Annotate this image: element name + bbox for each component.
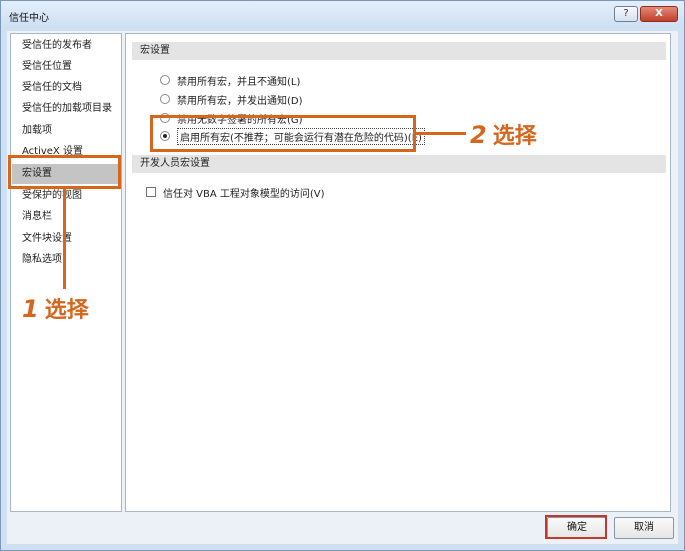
help-button[interactable]: ? (614, 6, 638, 22)
vba-trust-checkbox[interactable] (146, 187, 156, 197)
developer-macro-settings-header: 开发人员宏设置 (132, 155, 666, 173)
step1-callout: 1 选择 (22, 292, 89, 324)
radio-label: 禁用无数字签署的所有宏(G) (177, 114, 303, 126)
step2-text: 选择 (492, 124, 537, 149)
vba-trust-checkbox-row[interactable]: 信任对 VBA 工程对象模型的访问(V) (146, 184, 325, 200)
sidebar-item-message-bar[interactable]: 消息栏 (12, 207, 120, 227)
sidebar-item-macro-settings[interactable]: 宏设置 (12, 164, 120, 184)
sidebar-item-trusted-addin-catalogs[interactable]: 受信任的加载项目录 (12, 99, 120, 119)
macro-settings-header: 宏设置 (132, 42, 666, 60)
sidebar-item-privacy-options[interactable]: 隐私选项 (12, 250, 120, 270)
settings-panel: 宏设置 禁用所有宏，并且不通知(L) 禁用所有宏，并发出通知(D) 禁用无数字签… (125, 33, 671, 512)
sidebar-item-trusted-locations[interactable]: 受信任位置 (12, 57, 120, 77)
radio-button[interactable] (160, 75, 170, 85)
title-buttons: ? X (614, 6, 678, 22)
ok-button[interactable]: 确定 (547, 517, 607, 539)
step1-text: 选择 (44, 298, 89, 323)
radio-disable-unsigned[interactable]: 禁用无数字签署的所有宏(G) (160, 110, 303, 126)
vba-trust-label: 信任对 VBA 工程对象模型的访问(V) (163, 188, 325, 200)
step2-callout: 2 选择 (470, 118, 537, 150)
step2-number: 2 (470, 121, 487, 149)
radio-button[interactable] (160, 94, 170, 104)
sidebar-item-addins[interactable]: 加载项 (12, 121, 120, 141)
radio-button[interactable] (160, 113, 170, 123)
sidebar-item-trusted-documents[interactable]: 受信任的文档 (12, 78, 120, 98)
sidebar-item-protected-view[interactable]: 受保护的视图 (12, 186, 120, 206)
radio-button-checked[interactable] (160, 131, 170, 141)
title-bar: 信任中心 ? X (1, 1, 684, 29)
radio-label: 启用所有宏(不推荐；可能会运行有潜在危险的代码)(E) (177, 127, 425, 145)
step1-number: 1 (22, 295, 39, 323)
close-button[interactable]: X (640, 6, 678, 22)
radio-label: 禁用所有宏，并发出通知(D) (177, 95, 303, 107)
radio-disable-all-no-notify[interactable]: 禁用所有宏，并且不通知(L) (160, 72, 300, 88)
radio-disable-all-notify[interactable]: 禁用所有宏，并发出通知(D) (160, 91, 303, 107)
window-title: 信任中心 (9, 13, 49, 24)
sidebar-item-trusted-publishers[interactable]: 受信任的发布者 (12, 36, 120, 56)
sidebar-nav: 受信任的发布者 受信任位置 受信任的文档 受信任的加载项目录 加载项 Activ… (10, 33, 122, 512)
trust-center-dialog: 信任中心 ? X 受信任的发布者 受信任位置 受信任的文档 受信任的加载项目录 … (0, 0, 685, 551)
radio-label: 禁用所有宏，并且不通知(L) (177, 76, 301, 88)
sidebar-item-activex-settings[interactable]: ActiveX 设置 (12, 142, 120, 162)
radio-enable-all-macros[interactable]: 启用所有宏(不推荐；可能会运行有潜在危险的代码)(E) (160, 127, 425, 145)
sidebar-item-file-block-settings[interactable]: 文件块设置 (12, 229, 120, 249)
dialog-body: 受信任的发布者 受信任位置 受信任的文档 受信任的加载项目录 加载项 Activ… (7, 31, 678, 544)
cancel-button[interactable]: 取消 (614, 517, 674, 539)
